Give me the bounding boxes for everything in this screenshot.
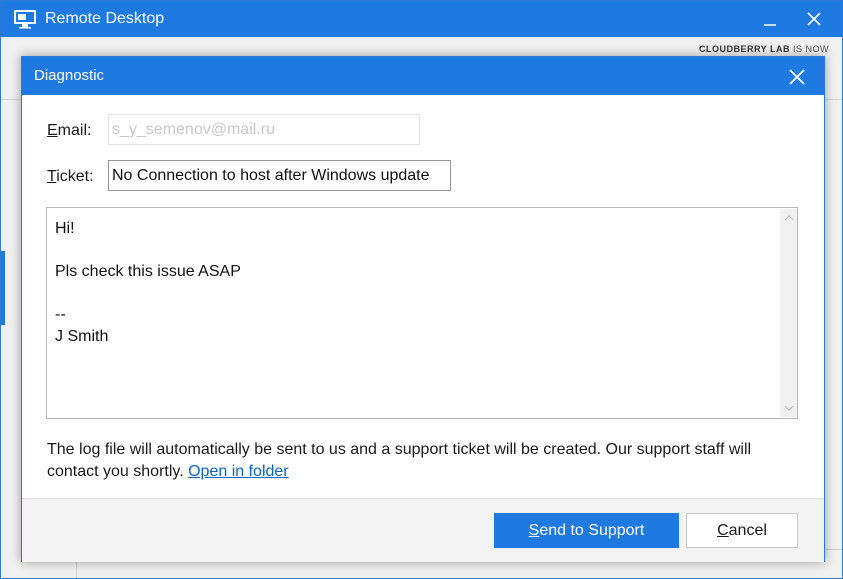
send-button-accesskey: S (528, 521, 540, 539)
brand-suffix: IS NOW (793, 44, 830, 54)
info-paragraph: The log file will automatically be sent … (47, 439, 807, 482)
diagnostic-dialog: Diagnostic Email: Ticket: Hi! Pls check … (21, 56, 825, 562)
background-selection-accent (1, 251, 5, 325)
email-label-text: mail: (57, 122, 92, 139)
main-titlebar: Remote Desktop (1, 1, 842, 37)
app-title: Remote Desktop (45, 10, 165, 27)
dialog-footer: Send to Support Cancel (22, 498, 824, 562)
remote-desktop-monitor-icon (14, 10, 36, 29)
ticket-label-accesskey: T (47, 168, 57, 185)
chevron-up-icon[interactable] (784, 215, 794, 221)
message-text: Hi! Pls check this issue ASAP -- J Smith (55, 220, 241, 345)
minimize-icon[interactable] (757, 6, 783, 32)
cancel-button-accesskey: C (717, 521, 729, 539)
chevron-down-icon[interactable] (784, 405, 794, 411)
main-window: Remote Desktop CLOUDBERRY LAB IS NOW Dia… (0, 0, 843, 579)
cancel-button-label: ancel (728, 521, 767, 539)
email-label-accesskey: E (47, 122, 58, 139)
send-to-support-button[interactable]: Send to Support (494, 513, 679, 548)
info-text: The log file will automatically be sent … (47, 441, 752, 480)
send-button-label: end to Support (539, 521, 645, 539)
ticket-label: Ticket: (47, 168, 94, 186)
brand-name: CLOUDBERRY LAB (699, 44, 791, 54)
close-icon[interactable] (801, 6, 827, 32)
email-label: Email: (47, 122, 91, 140)
message-textarea[interactable]: Hi! Pls check this issue ASAP -- J Smith (46, 207, 798, 419)
dialog-titlebar: Diagnostic (22, 57, 824, 95)
email-field[interactable] (108, 114, 420, 145)
brand-banner: CLOUDBERRY LAB IS NOW (699, 44, 829, 54)
close-icon[interactable] (785, 65, 809, 89)
ticket-field[interactable] (108, 160, 451, 191)
message-scrollbar[interactable] (780, 209, 797, 417)
open-in-folder-link[interactable]: Open in folder (188, 463, 289, 480)
cancel-button[interactable]: Cancel (686, 513, 798, 548)
dialog-title: Diagnostic (34, 67, 105, 84)
ticket-label-text: icket: (56, 168, 94, 185)
